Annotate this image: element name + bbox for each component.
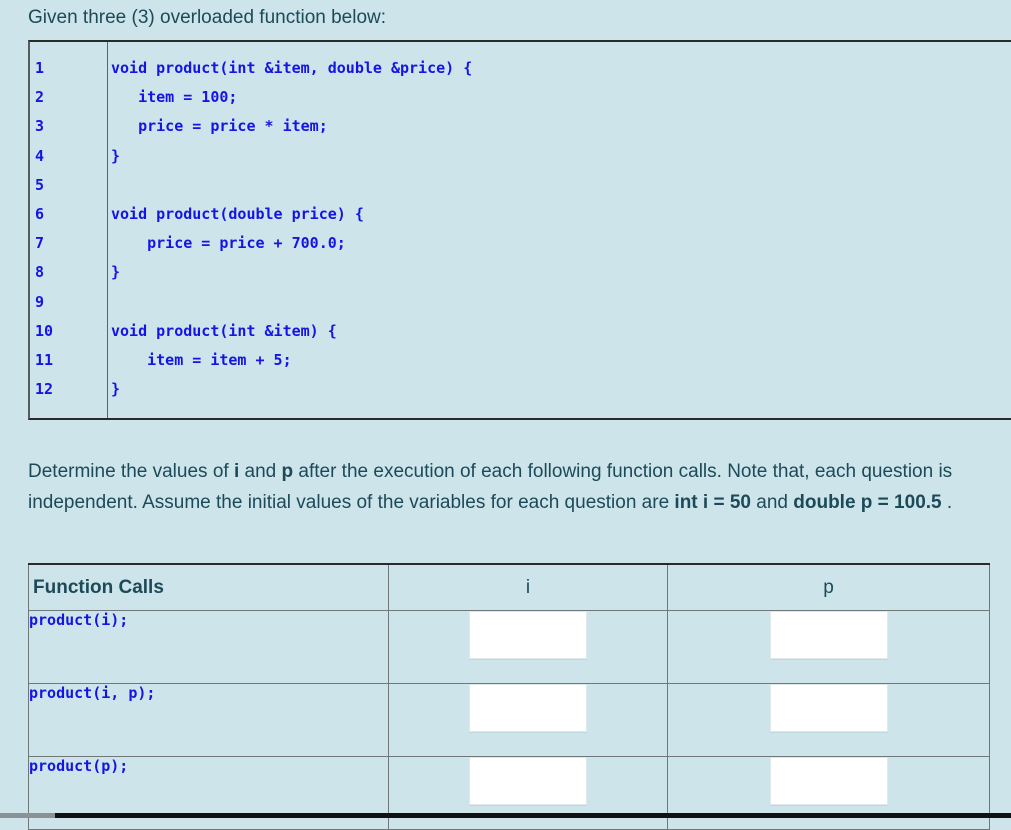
code-line: } xyxy=(111,263,121,282)
table-row: product(i, p); xyxy=(28,683,990,757)
answer-table-body: product(i); product(i, p); product(p); xyxy=(28,610,990,830)
answer-input-i-row3[interactable] xyxy=(469,757,587,805)
answer-cell-i xyxy=(388,683,668,757)
prompt-init-p: double p = 100.5 xyxy=(793,492,942,513)
header-function-calls: Function Calls xyxy=(28,563,389,611)
code-line: void product(int &item, double &price) { xyxy=(111,59,473,77)
header-i: i xyxy=(388,563,668,611)
prompt-text-segment: . xyxy=(941,492,953,513)
answer-table-header: Function Calls i p xyxy=(28,563,990,611)
answer-cell-p xyxy=(667,683,990,757)
function-call-cell: product(p); xyxy=(28,756,389,830)
function-call-text: product(p); xyxy=(29,757,129,775)
answer-input-p-row1[interactable] xyxy=(769,611,888,659)
answer-table: Function Calls i p product(i); product(i xyxy=(28,563,990,830)
header-p: p xyxy=(667,563,990,611)
function-call-cell: product(i, p); xyxy=(28,683,389,757)
code-line: price = price + 700.0; xyxy=(111,234,346,253)
code-line: } xyxy=(111,146,121,165)
line-number: 5 xyxy=(35,175,45,194)
answer-cell-i xyxy=(388,756,668,830)
code-line: void product(double price) { xyxy=(111,205,364,223)
code-line: item = 100; xyxy=(111,88,238,107)
line-number: 3 xyxy=(35,117,45,136)
code-source-area: void product(int &item, double &price) {… xyxy=(108,42,1011,418)
prompt-text-segment: Determine the values of xyxy=(28,461,234,482)
answer-cell-p xyxy=(667,756,990,830)
line-number: 10 xyxy=(35,321,54,340)
prompt-var-p: p xyxy=(281,461,294,482)
function-call-text: product(i, p); xyxy=(29,684,156,702)
code-line: } xyxy=(111,380,121,399)
page-intro-heading: Given three (3) overloaded function belo… xyxy=(28,7,387,28)
line-number: 8 xyxy=(35,263,45,282)
code-line-number-gutter: 1 2 3 4 5 6 7 8 9 10 11 12 xyxy=(30,42,108,418)
prompt-text-segment: and xyxy=(750,492,794,513)
answer-cell-p xyxy=(667,610,990,684)
answer-input-i-row1[interactable] xyxy=(469,611,587,659)
horizontal-scrollbar-thumb[interactable] xyxy=(0,813,55,818)
line-number: 9 xyxy=(35,292,45,311)
horizontal-scrollbar[interactable] xyxy=(0,813,1011,818)
line-number: 12 xyxy=(35,380,54,399)
prompt-init-i: int i = 50 xyxy=(674,492,751,513)
function-call-text: product(i); xyxy=(29,611,129,629)
answer-input-i-row2[interactable] xyxy=(469,684,587,732)
table-header-row: Function Calls i p xyxy=(28,563,990,611)
table-row: product(p); xyxy=(28,756,990,830)
answer-cell-i xyxy=(388,610,668,684)
line-number: 1 xyxy=(35,59,45,77)
header-p-label: p xyxy=(823,577,834,598)
code-line: void product(int &item) { xyxy=(111,321,337,340)
line-number: 11 xyxy=(35,351,54,370)
code-block: 1 2 3 4 5 6 7 8 9 10 11 12 void product(… xyxy=(28,40,1011,420)
code-line: item = item + 5; xyxy=(111,351,292,369)
question-prompt: Determine the values of i and p after th… xyxy=(28,456,990,518)
line-number: 6 xyxy=(35,205,45,224)
line-number: 2 xyxy=(35,88,45,107)
line-number: 4 xyxy=(35,146,45,165)
header-i-label: i xyxy=(525,577,531,598)
header-function-calls-label: Function Calls xyxy=(33,577,164,598)
prompt-text-segment: and xyxy=(239,461,282,482)
answer-input-p-row2[interactable] xyxy=(769,684,888,732)
table-row: product(i); xyxy=(28,610,990,684)
answer-input-p-row3[interactable] xyxy=(769,757,888,805)
code-line: price = price * item; xyxy=(111,117,328,136)
line-number: 7 xyxy=(35,234,45,253)
function-call-cell: product(i); xyxy=(28,610,389,684)
